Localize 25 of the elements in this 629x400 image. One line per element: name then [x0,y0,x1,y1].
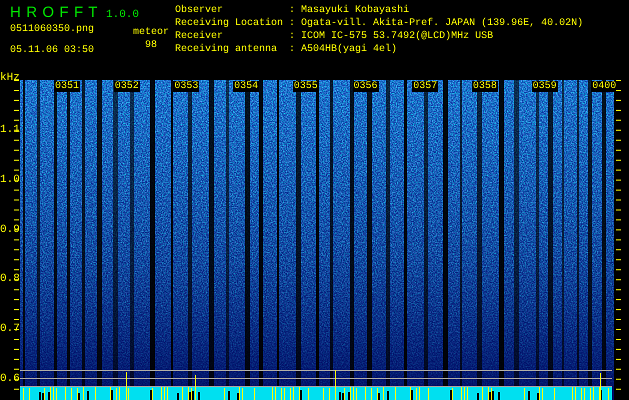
app-title: H R O F F T [10,4,98,21]
meteor-count: 98 [144,40,157,51]
field-value: Ogata-vill. Akita-Pref. JAPAN (139.96E, 40.02N) [301,17,584,30]
version-label: 1.0.0 [106,9,140,21]
field-label: Receiving Location [175,17,284,30]
colon: : [289,4,296,17]
axis-label: 1.1 [0,124,20,136]
axis-label: 0.8 [0,273,20,286]
axis-label: 0.6 [0,373,20,385]
field-value: Masayuki Kobayashi [301,4,410,17]
field-value: ICOM IC-575 53.7492(@LCD)MHz USB [301,30,494,43]
field-label: Receiving antenna [175,43,278,56]
unit-label: kHz [0,72,20,84]
axis-label: 1.0 [0,174,20,186]
field-label: Observer [175,4,224,17]
axis-label: 0.7 [0,323,20,336]
colon: : [289,43,296,56]
datetime-label: 05.11.06 03:50 [10,45,96,56]
meteor-label: meteor [132,27,169,38]
field-value: A504HB(yagi 4el) [301,43,398,56]
axis-label: 0.9 [0,224,20,236]
colon: : [289,30,296,43]
field-label: Receiver [175,30,224,43]
colon: : [289,17,296,30]
filename-label: 0511060350.png [10,24,96,35]
